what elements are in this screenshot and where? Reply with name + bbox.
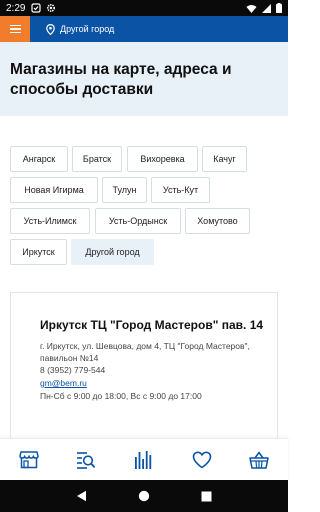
- store-name: Иркутск ТЦ "Город Мастеров" пав. 14: [40, 318, 264, 332]
- hamburger-icon-line: [9, 24, 21, 27]
- city-selector[interactable]: Другой город: [46, 23, 115, 35]
- nav-stores[interactable]: [9, 440, 49, 480]
- status-time: 2:29: [6, 2, 26, 14]
- menu-button[interactable]: [0, 16, 30, 42]
- header-panel: Магазины на карте, адреса и способы дост…: [0, 42, 288, 116]
- page-title: Магазины на карте, адреса и способы дост…: [10, 61, 232, 98]
- bottom-nav: [0, 438, 288, 480]
- store-email[interactable]: gm@bem.ru: [40, 377, 267, 390]
- app-bar: Другой город: [0, 16, 288, 42]
- city-chip[interactable]: Усть-Кут: [151, 177, 210, 203]
- city-chip[interactable]: Хомутово: [185, 208, 250, 234]
- nav-barcode[interactable]: [124, 440, 164, 480]
- settings-icon: [47, 3, 56, 13]
- nav-catalog-search[interactable]: [66, 440, 106, 480]
- store-hours: Пн-Сб с 9:00 до 18:00, Вс с 9:00 до 17:0…: [40, 391, 202, 401]
- recents-icon[interactable]: [201, 491, 212, 502]
- city-chip[interactable]: Усть-Ордынск: [95, 208, 181, 234]
- location-pin-icon: [46, 23, 55, 35]
- store-phone[interactable]: 8 (3952) 779-544: [40, 364, 267, 377]
- catalog-search-icon: [77, 451, 96, 469]
- back-icon[interactable]: [76, 490, 87, 502]
- city-chip[interactable]: Тулун: [102, 177, 147, 203]
- city-chip-selected[interactable]: Другой город: [71, 239, 154, 265]
- city-chip[interactable]: Новая Игирма: [10, 177, 98, 203]
- hamburger-icon-line: [9, 31, 21, 34]
- heart-icon: [192, 451, 211, 468]
- wifi-icon: [246, 4, 257, 13]
- city-chip[interactable]: Ангарск: [10, 146, 68, 172]
- barcode-icon: [134, 450, 152, 469]
- home-icon[interactable]: [138, 490, 150, 502]
- nav-favorites[interactable]: [182, 440, 222, 480]
- signal-icon: [262, 3, 271, 13]
- notification-icon: [31, 3, 42, 13]
- city-chip[interactable]: Вихоревка: [127, 146, 198, 172]
- system-navigation-bar: [0, 480, 288, 512]
- city-chip[interactable]: Качуг: [202, 146, 247, 172]
- city-chip[interactable]: Иркутск: [10, 239, 67, 265]
- store-card[interactable]: Иркутск ТЦ "Город Мастеров" пав. 14 г. И…: [10, 292, 278, 438]
- hamburger-icon-line: [9, 28, 21, 30]
- city-chip[interactable]: Братск: [72, 146, 122, 172]
- city-selector-label: Другой город: [60, 24, 115, 34]
- store-address: г. Иркутск, ул. Шевцова, дом 4, ТЦ "Горо…: [40, 341, 250, 363]
- battery-icon: [276, 3, 282, 13]
- basket-icon: [249, 451, 269, 469]
- status-bar: 2:29: [0, 0, 288, 16]
- store-icon: [19, 451, 39, 469]
- nav-basket[interactable]: [239, 440, 279, 480]
- city-chip[interactable]: Усть-Илимск: [10, 208, 90, 234]
